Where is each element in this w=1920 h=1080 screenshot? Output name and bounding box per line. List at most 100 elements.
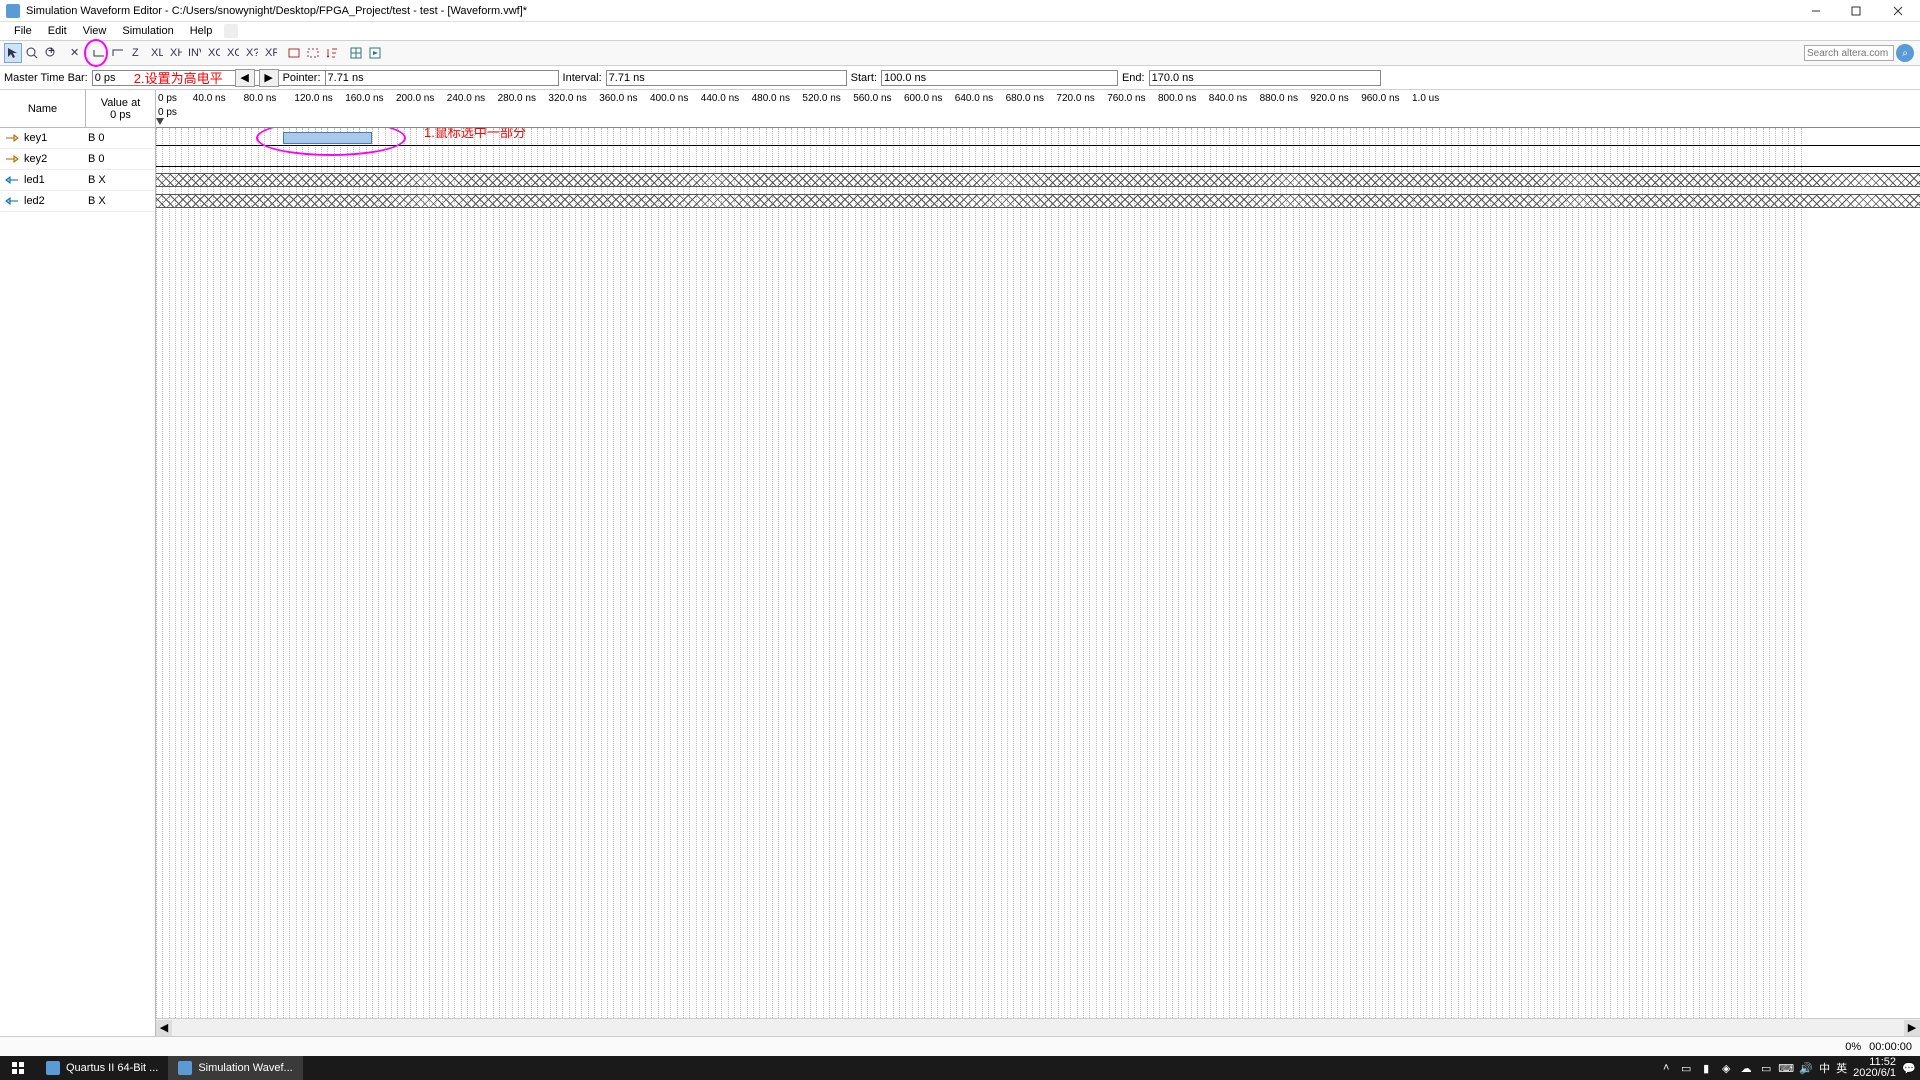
tray-volume-icon[interactable]: 🔊 — [1799, 1061, 1813, 1075]
zoom-fit-icon[interactable]: + — [42, 43, 60, 63]
search-input[interactable] — [1804, 45, 1894, 61]
selection-tool-icon[interactable] — [4, 43, 22, 63]
ruler-tick: 600.0 ns — [904, 93, 942, 104]
svg-text:XO: XO — [227, 47, 239, 59]
elapsed-time: 00:00:00 — [1869, 1041, 1912, 1053]
svg-text:Z: Z — [132, 47, 139, 59]
signal-row[interactable]: key1 B 0 — [0, 128, 155, 149]
svg-text:INV: INV — [188, 47, 201, 59]
ruler-tick: 400.0 ns — [650, 93, 688, 104]
force-low-icon[interactable] — [90, 43, 108, 63]
scroll-right-button[interactable]: ▶ — [1904, 1020, 1920, 1036]
force-unknown-icon[interactable]: ✕ — [66, 43, 84, 63]
time-ruler: 0 ps 0 ps 40.0 ns80.0 ns120.0 ns160.0 ns… — [156, 90, 1920, 128]
xd-icon[interactable]: X? — [242, 43, 260, 63]
start-button[interactable] — [0, 1061, 36, 1075]
pointer-input[interactable] — [325, 70, 559, 86]
selection-region[interactable] — [283, 132, 372, 144]
horizontal-scrollbar[interactable]: ◀ ▶ — [156, 1018, 1920, 1036]
run-sim-icon[interactable] — [366, 43, 384, 63]
signal-name: key1 — [24, 132, 86, 144]
quick-help-icon[interactable] — [224, 24, 238, 38]
ruler-tick: 200.0 ns — [396, 93, 434, 104]
time-bar-marker-icon[interactable] — [156, 118, 164, 125]
end-input[interactable] — [1149, 70, 1381, 86]
tray-up-icon[interactable]: ˄ — [1659, 1061, 1673, 1075]
close-button[interactable] — [1876, 0, 1920, 22]
overwrite-icon[interactable]: XO — [223, 43, 241, 63]
ruler-tick: 80.0 ns — [244, 93, 277, 104]
scroll-left-button[interactable]: ◀ — [156, 1020, 172, 1036]
ruler-tick: 800.0 ns — [1158, 93, 1196, 104]
tray-monitor-icon[interactable]: ▭ — [1759, 1061, 1773, 1075]
force-z-icon[interactable]: Z — [128, 43, 146, 63]
sort-icon[interactable] — [323, 43, 341, 63]
progress-percent: 0% — [1845, 1041, 1861, 1053]
maximize-button[interactable] — [1836, 0, 1876, 22]
input-pin-icon — [5, 131, 19, 145]
invert-icon[interactable]: INV — [185, 43, 203, 63]
menu-view[interactable]: View — [75, 23, 115, 39]
taskbar-item-quartus[interactable]: Quartus II 64-Bit ... — [36, 1056, 168, 1080]
ruler-tick: 1.0 us — [1412, 93, 1439, 104]
interval-input[interactable] — [606, 70, 847, 86]
tray-keyboard-icon[interactable]: ⌨ — [1779, 1061, 1793, 1075]
snap-grid-icon[interactable] — [347, 43, 365, 63]
signal-name: key2 — [24, 153, 86, 165]
ruler-tick: 320.0 ns — [548, 93, 586, 104]
waveform-panel[interactable]: 0 ps 0 ps 40.0 ns80.0 ns120.0 ns160.0 ns… — [156, 90, 1920, 1036]
ruler-tick: 720.0 ns — [1056, 93, 1094, 104]
tray-notifications-icon[interactable]: 💬 — [1902, 1061, 1916, 1075]
tray-clock[interactable]: 11:52 2020/6/1 — [1853, 1057, 1896, 1079]
random-icon[interactable]: XR — [261, 43, 279, 63]
ruler-tick: 360.0 ns — [599, 93, 637, 104]
tray-battery-icon[interactable]: ▮ — [1699, 1061, 1713, 1075]
taskbar-item-simulation[interactable]: Simulation Wavef... — [168, 1056, 302, 1080]
name-column-header: Name — [0, 90, 86, 127]
tray-action-center-icon[interactable]: ▭ — [1679, 1061, 1693, 1075]
tray-cloud-icon[interactable]: ☁ — [1739, 1061, 1753, 1075]
signal-row[interactable]: key2 B 0 — [0, 149, 155, 170]
force-h-icon[interactable]: XH — [166, 43, 184, 63]
svg-text:XR: XR — [265, 47, 277, 59]
menu-simulation[interactable]: Simulation — [114, 23, 181, 39]
ruler-tick: 640.0 ns — [955, 93, 993, 104]
start-input[interactable] — [881, 70, 1118, 86]
output-pin-icon — [5, 173, 19, 187]
ime-lang-2[interactable]: 英 — [1836, 1060, 1847, 1076]
menu-file[interactable]: File — [6, 23, 40, 39]
quartus-icon — [46, 1061, 60, 1075]
signal-value: B X — [86, 174, 155, 186]
signal-row[interactable]: led1 B X — [0, 170, 155, 191]
ime-lang-1[interactable]: 中 — [1819, 1060, 1830, 1076]
count-icon[interactable]: XC — [204, 43, 222, 63]
titlebar: Simulation Waveform Editor - C:/Users/sn… — [0, 0, 1920, 22]
group-icon[interactable] — [285, 43, 303, 63]
force-l-icon[interactable]: XL — [147, 43, 165, 63]
next-time-bar-button[interactable]: ▶ — [259, 69, 279, 87]
svg-text:+: + — [48, 46, 54, 57]
signal-row[interactable]: led2 B X — [0, 191, 155, 212]
zoom-tool-icon[interactable] — [23, 43, 41, 63]
ruler-tick: 440.0 ns — [701, 93, 739, 104]
input-pin-icon — [5, 152, 19, 166]
ruler-tick: 560.0 ns — [853, 93, 891, 104]
svg-text:XC: XC — [208, 47, 220, 59]
master-time-bar-label: Master Time Bar: — [4, 72, 88, 84]
search-go-button[interactable]: ⌕ — [1896, 44, 1914, 62]
waveform-body[interactable]: 1.鼠标选中一部分 — [156, 128, 1920, 1018]
force-high-icon[interactable] — [109, 43, 127, 63]
minimize-button[interactable] — [1796, 0, 1836, 22]
ruler-tick: 680.0 ns — [1006, 93, 1044, 104]
status-bar: 0% 00:00:00 — [0, 1036, 1920, 1056]
menu-help[interactable]: Help — [182, 23, 221, 39]
ungroup-icon[interactable] — [304, 43, 322, 63]
menu-edit[interactable]: Edit — [40, 23, 75, 39]
signal-name: led2 — [24, 195, 86, 207]
ruler-tick: 960.0 ns — [1361, 93, 1399, 104]
prev-time-bar-button[interactable]: ◀ — [235, 69, 255, 87]
ruler-tick: 840.0 ns — [1209, 93, 1247, 104]
tray-network-icon[interactable]: ◈ — [1719, 1061, 1733, 1075]
signal-panel: Name Value at 0 ps key1 B 0 key2 B 0 led… — [0, 90, 156, 1036]
ruler-tick: 160.0 ns — [345, 93, 383, 104]
